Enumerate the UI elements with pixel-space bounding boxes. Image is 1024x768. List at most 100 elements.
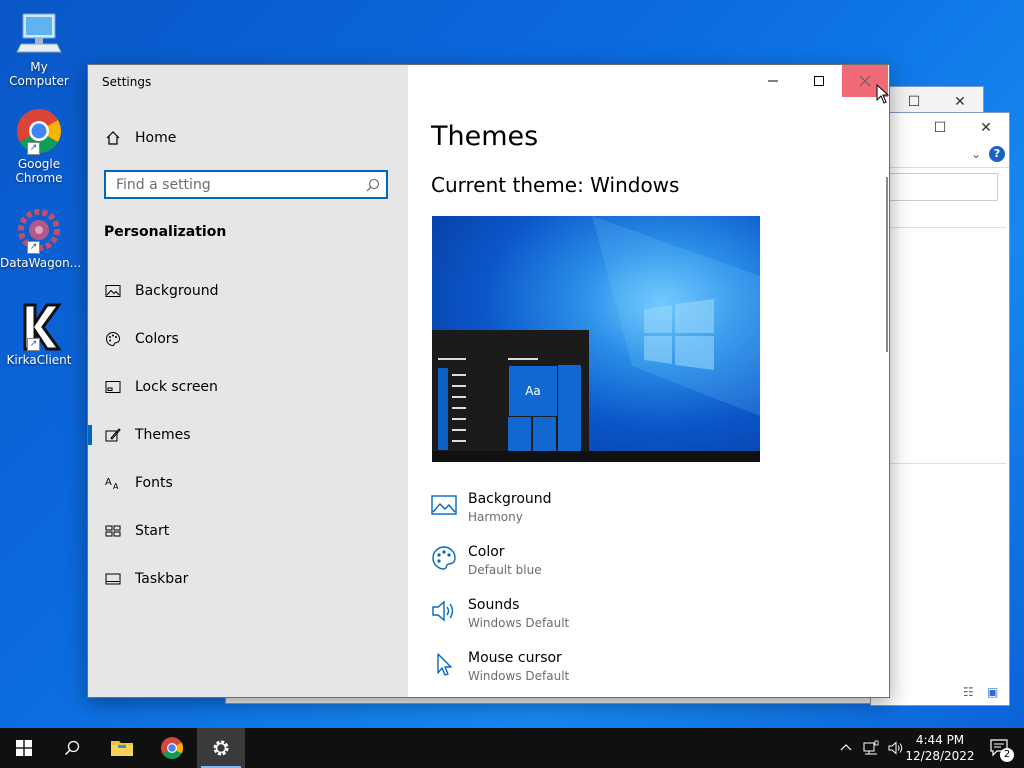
nav-lock-screen[interactable]: Lock screen — [88, 367, 408, 407]
themes-icon — [105, 427, 121, 443]
image-icon — [431, 492, 457, 518]
preview-sample-text: Aa — [508, 365, 558, 417]
pane-divider — [881, 227, 1006, 228]
item-value: Windows Default — [468, 669, 570, 683]
shortcut-arrow-icon: ↗ — [27, 338, 40, 351]
theme-background-item[interactable]: Background Harmony — [431, 488, 871, 538]
pane-divider — [881, 463, 1006, 464]
item-label: Sounds — [468, 597, 520, 613]
help-icon[interactable]: ? — [989, 146, 1005, 162]
taskbar-icon — [105, 571, 121, 587]
nav-start-label: Start — [135, 523, 170, 539]
details-view-icon[interactable]: ☷ — [963, 685, 974, 699]
action-center-button[interactable]: 2 — [976, 728, 1024, 768]
theme-mouse-cursor-item[interactable]: Mouse cursor Windows Default — [431, 647, 871, 697]
gear-icon — [213, 740, 229, 756]
preview-start-menu: Aa — [432, 330, 589, 462]
taskbar-file-explorer[interactable] — [98, 728, 146, 768]
settings-sidebar: Settings Home Personalization Background — [88, 65, 408, 697]
window-title: Settings — [102, 75, 152, 89]
home-icon — [105, 130, 121, 146]
chevron-down-icon[interactable]: ⌄ — [971, 147, 981, 161]
page-title: Themes — [431, 121, 539, 152]
desktop-icon-datawagon[interactable]: ↗ DataWagon... — [0, 206, 82, 270]
content-scrollbar[interactable] — [886, 177, 888, 352]
maximize-button[interactable] — [796, 65, 842, 97]
close-icon — [859, 75, 871, 87]
minimize-button[interactable] — [750, 65, 796, 97]
desktop-icon-label: KirkaClient — [6, 353, 72, 367]
section-title: Personalization — [104, 224, 227, 240]
theme-preview: Aa — [432, 216, 760, 462]
nav-home-label: Home — [135, 130, 177, 146]
nav-colors-label: Colors — [135, 331, 179, 347]
preview-taskbar — [432, 451, 760, 462]
shortcut-arrow-icon: ↗ — [27, 142, 40, 155]
start-icon — [105, 523, 121, 539]
nav-fonts[interactable]: AA Fonts — [88, 463, 408, 503]
image-icon — [105, 283, 121, 299]
network-icon — [863, 740, 879, 755]
kirka-icon: ↗ — [15, 303, 63, 351]
show-hidden-icons-button[interactable] — [834, 728, 858, 768]
speaker-icon — [431, 598, 457, 624]
computer-icon — [15, 10, 63, 58]
settings-window[interactable]: Settings Home Personalization Background — [87, 64, 890, 698]
chrome-icon — [161, 737, 183, 759]
maximize-icon[interactable]: ☐ — [917, 113, 963, 143]
nav-background[interactable]: Background — [88, 271, 408, 311]
chevron-up-icon — [840, 744, 852, 751]
taskbar-chrome[interactable] — [148, 728, 196, 768]
search-icon[interactable] — [366, 177, 380, 196]
item-value: Windows Default — [468, 616, 570, 630]
network-button[interactable] — [858, 728, 884, 768]
search-button[interactable] — [48, 728, 96, 768]
theme-color-item[interactable]: Color Default blue — [431, 541, 871, 591]
search-input[interactable] — [114, 172, 358, 198]
desktop-icon-label: Google Chrome — [15, 157, 63, 185]
background-window-2[interactable]: ☐ ✕ ⌄ ? ☷ ▣ — [870, 112, 1010, 706]
shortcut-arrow-icon: ↗ — [27, 241, 40, 254]
item-value: Default blue — [468, 563, 542, 577]
desktop-icon-my-computer[interactable]: My Computer — [0, 10, 78, 88]
nav-background-label: Background — [135, 283, 219, 299]
nav-colors[interactable]: Colors — [88, 319, 408, 359]
palette-icon — [431, 545, 457, 571]
datawagon-icon: ↗ — [15, 206, 63, 254]
speaker-icon — [888, 741, 903, 755]
theme-sounds-item[interactable]: Sounds Windows Default — [431, 594, 871, 644]
nav-themes-label: Themes — [135, 427, 191, 443]
large-icons-view-icon[interactable]: ▣ — [987, 685, 998, 699]
desktop-icon-kirkaclient[interactable]: ↗ KirkaClient — [0, 303, 78, 367]
desktop-icon-google-chrome[interactable]: ↗ Google Chrome — [0, 107, 78, 185]
notification-badge: 2 — [1000, 748, 1014, 762]
fonts-icon: AA — [105, 475, 121, 491]
nav-taskbar-label: Taskbar — [135, 571, 189, 587]
taskbar: 4:44 PM 12/28/2022 2 — [0, 728, 1024, 768]
nav-lock-screen-label: Lock screen — [135, 379, 218, 395]
themes-content: Themes Current theme: Windows Aa Backgro… — [408, 65, 889, 697]
item-value: Harmony — [468, 510, 523, 524]
clock[interactable]: 4:44 PM 12/28/2022 — [905, 732, 975, 764]
chrome-icon: ↗ — [15, 107, 63, 155]
item-label: Color — [468, 544, 505, 560]
nav-start[interactable]: Start — [88, 511, 408, 551]
nav-themes[interactable]: Themes — [88, 415, 408, 455]
cursor-icon — [431, 651, 457, 677]
folder-icon — [111, 741, 133, 756]
minimize-icon — [768, 80, 778, 82]
nav-taskbar[interactable]: Taskbar — [88, 559, 408, 599]
windows-logo-icon — [16, 740, 32, 756]
svg-text:A: A — [113, 482, 119, 491]
item-label: Mouse cursor — [468, 650, 562, 666]
close-icon[interactable]: ✕ — [963, 113, 1009, 143]
nav-home[interactable]: Home — [88, 118, 408, 158]
start-button[interactable] — [0, 728, 48, 768]
maximize-icon — [814, 76, 824, 86]
palette-icon — [105, 331, 121, 347]
address-bar[interactable] — [881, 173, 998, 201]
search-box[interactable] — [104, 170, 388, 199]
nav-fonts-label: Fonts — [135, 475, 173, 491]
desktop-icon-label: DataWagon... — [0, 256, 82, 270]
taskbar-settings[interactable] — [197, 728, 245, 768]
